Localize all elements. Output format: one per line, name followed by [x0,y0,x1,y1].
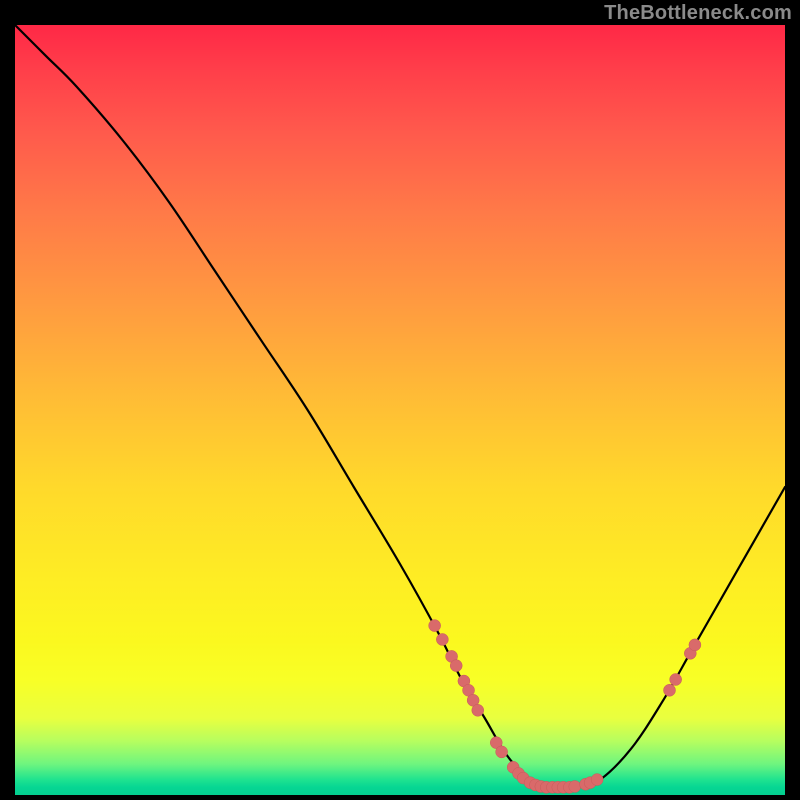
curve-marker [569,781,581,793]
curve-overlay [15,25,785,795]
watermark-label: TheBottleneck.com [604,2,792,25]
curve-marker [472,704,484,716]
curve-marker [591,774,603,786]
curve-marker [496,746,508,758]
curve-marker [689,639,701,651]
curve-marker [436,633,448,645]
curve-marker [664,684,676,696]
chart-stage: TheBottleneck.com [0,0,800,800]
curve-marker [450,660,462,672]
curve-marker [429,620,441,632]
curve-marker [670,674,682,686]
bottleneck-curve [15,25,785,788]
